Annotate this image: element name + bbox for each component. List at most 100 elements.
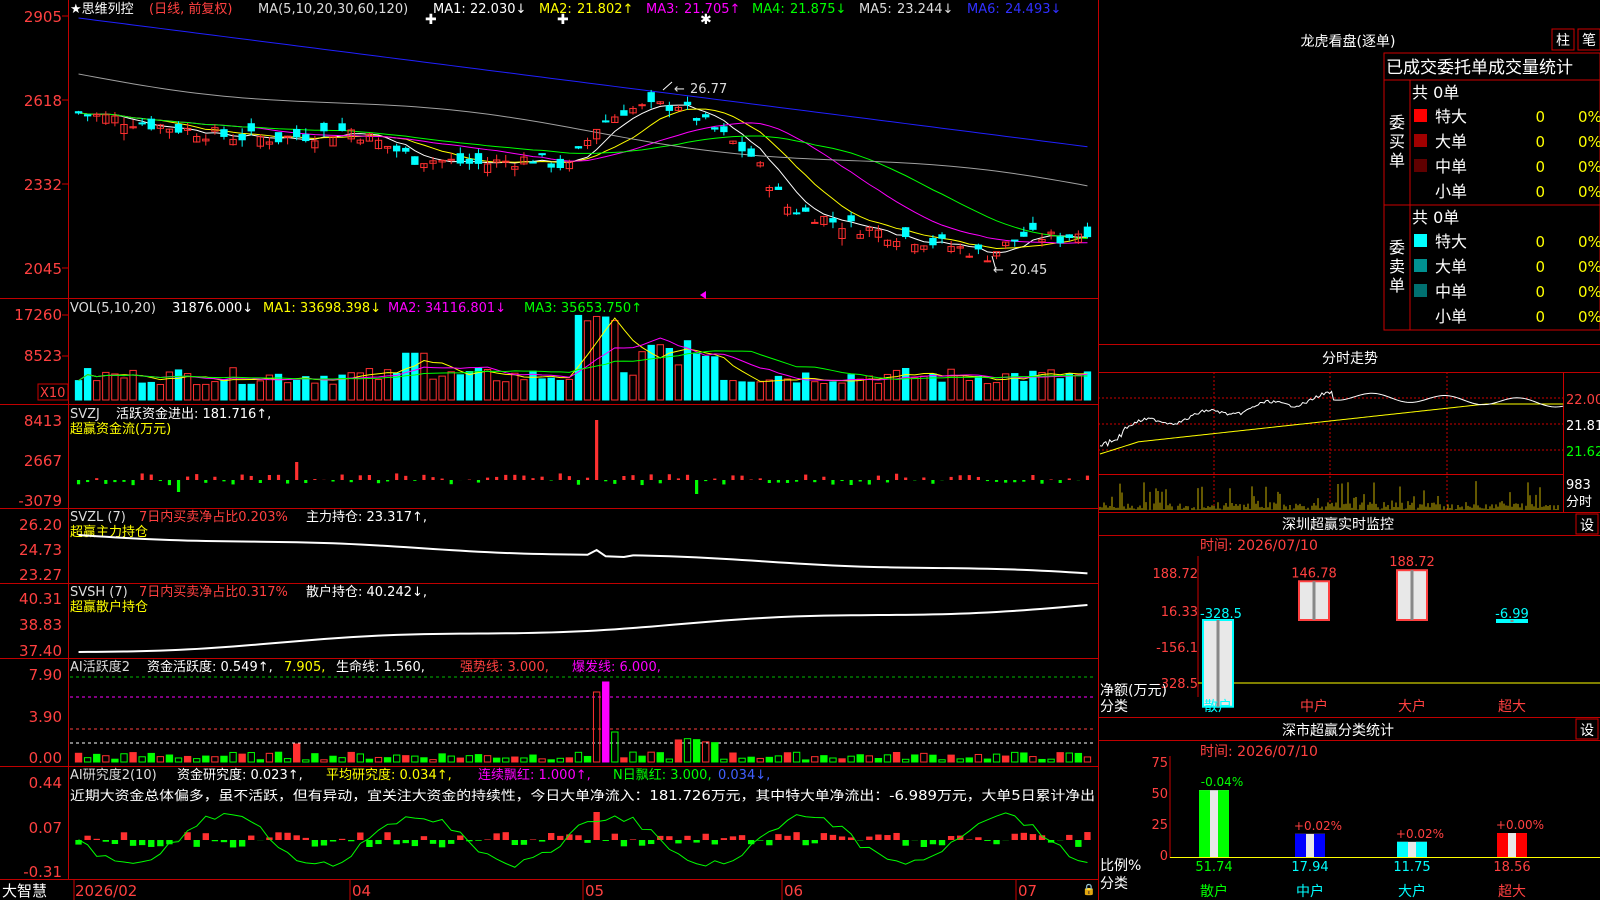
volume-bar xyxy=(656,344,664,401)
dragon-tiger-panel[interactable]: 龙虎看盘(逐单) 柱 笔 已成交委托单成交量统计 委 买 单 委 卖 单 共 0… xyxy=(1301,28,1600,331)
ai1-bar xyxy=(74,752,83,763)
order-name: 大单 xyxy=(1435,257,1467,276)
order-pct: 0% xyxy=(1578,158,1600,176)
ai1-legend: AI活跃度2 资金活跃度: 0.549↑, 7.905, 生命线: 1.560,… xyxy=(70,659,661,675)
ai2-bar xyxy=(357,832,364,840)
cls-y-tick: 50 xyxy=(1151,787,1168,802)
ai2-bar xyxy=(738,835,746,840)
y-tick: 2618 xyxy=(24,92,62,110)
ai1-bars xyxy=(74,681,1092,763)
candle-body xyxy=(238,133,246,141)
cls-bar-change: +0.02% xyxy=(1396,827,1444,841)
ai2-bar xyxy=(875,834,882,840)
ai2-bar xyxy=(638,840,646,846)
ma-lines xyxy=(78,17,1088,254)
cls-settings-button[interactable]: 设 xyxy=(1575,718,1599,740)
ai2-bar xyxy=(975,837,982,840)
volume-bar xyxy=(1020,380,1028,401)
sz-settings-button[interactable]: 设 xyxy=(1575,513,1599,535)
candle-body xyxy=(411,156,419,165)
cls-bar-accent xyxy=(1497,833,1508,857)
volume-bar xyxy=(992,382,1001,401)
sz-class-panel[interactable]: 深市超赢分类统计 设 时间: 2026/07/10 75 50 25 0 比例%… xyxy=(1100,718,1600,900)
y-tick: 7.90 xyxy=(29,666,62,684)
ma1-label: MA1: xyxy=(433,2,466,17)
ai2-bar xyxy=(548,833,555,840)
vol-legend: VOL(5,10,20) 31876.000↓ MA1: 33698.398↓ … xyxy=(70,301,642,316)
volume-bar xyxy=(702,355,710,401)
ai2-bar xyxy=(502,832,509,840)
ai1-bar xyxy=(1038,758,1046,763)
kline-panel[interactable]: 2905 2618 2332 2045 ★思维列控 (日线, 前复权) MA(5… xyxy=(24,1,1092,299)
ai1-bar xyxy=(302,759,310,763)
ai2-bars xyxy=(75,812,1091,848)
ai2-bar xyxy=(511,840,519,846)
intraday-panel[interactable]: 分时走势 22.00 21.81 21.62 983 分时 xyxy=(1098,351,1600,512)
order-name: 特大 xyxy=(1435,232,1467,251)
candle-body xyxy=(811,221,819,224)
ai2-bar xyxy=(766,840,773,846)
sz-bar-value: 188.72 xyxy=(1389,555,1435,570)
ai1-t4: 强势线: 3.000, xyxy=(460,659,549,675)
ma-params: MA(5,10,20,30,60,120) xyxy=(258,2,408,17)
volume-bar xyxy=(747,381,755,401)
candle-body xyxy=(274,132,283,143)
ai1-bar xyxy=(592,691,601,763)
volume-bar xyxy=(238,383,246,401)
ai2-bar xyxy=(311,840,319,847)
candle-body xyxy=(1029,222,1037,230)
ai2-bar xyxy=(448,840,455,844)
tick-view-button[interactable]: 笔 xyxy=(1577,28,1600,51)
ai-activity-panel[interactable]: 7.90 3.90 0.00 AI活跃度2 资金活跃度: 0.549↑, 7.9… xyxy=(29,659,1095,767)
volume-panel[interactable]: 17260 8523 X10 VOL(5,10,20) 31876.000↓ M… xyxy=(14,301,1092,401)
y-tick: 3.90 xyxy=(29,708,62,726)
fs-y-tick: 21.62 xyxy=(1566,445,1600,460)
y-tick: 2905 xyxy=(24,8,62,26)
cls-bar-category: 超大 xyxy=(1498,884,1526,900)
sz-monitor-panel[interactable]: 深圳超赢实时监控 设 时间: 2026/07/10 188.72 16.33 -… xyxy=(1100,513,1600,715)
ai2-bar xyxy=(593,812,600,840)
candle-body xyxy=(74,111,83,114)
period-label: (日线, 前复权) xyxy=(149,1,232,17)
svzj-panel[interactable]: 8413 2667 -3079 SVZJ 活跃资金进出: 181.716↑, 超… xyxy=(18,406,1090,510)
svsh-y-axis: 40.31 38.83 37.40 xyxy=(19,590,62,660)
volume-bar xyxy=(638,351,646,401)
svzl-panel[interactable]: 26.20 24.73 23.27 SVZL (7) 7日内买卖净占比0.203… xyxy=(19,509,1088,584)
ai2-bar xyxy=(420,836,428,840)
ai1-bar xyxy=(229,751,237,763)
ai1-bar xyxy=(429,759,437,763)
svsh-panel[interactable]: 40.31 38.83 37.40 SVSH (7) 7日内买卖净占比0.317… xyxy=(19,584,1088,660)
candle-body xyxy=(1011,239,1019,242)
volume-bar xyxy=(193,384,201,401)
ai1-y-axis: 7.90 3.90 0.00 xyxy=(29,666,62,767)
volume-bar xyxy=(429,378,437,401)
bar-view-button[interactable]: 柱 xyxy=(1551,28,1575,51)
vol-ma3: MA3: 35653.750↑ xyxy=(524,301,642,316)
ai2-bar xyxy=(293,835,300,840)
cls-y-tick: 75 xyxy=(1151,756,1168,771)
ai-research-panel[interactable]: 0.44 0.07 -0.31 AI研究度2(10) 资金研究度: 0.023↑… xyxy=(23,767,1095,881)
ai2-bar xyxy=(802,840,809,846)
ai1-bar xyxy=(611,731,619,763)
svzj-sub: 超赢资金流(万元) xyxy=(70,421,171,437)
volume-bar xyxy=(374,379,383,401)
ai2-bar xyxy=(711,840,718,845)
ai2-label: AI研究度2(10) xyxy=(70,767,157,783)
ma4-value: 21.875↓ xyxy=(790,2,846,17)
ai1-bar xyxy=(211,756,219,763)
candle-body xyxy=(1065,234,1073,238)
order-name: 大单 xyxy=(1435,132,1467,151)
order-swatch xyxy=(1414,159,1427,172)
svzj-y-axis: 8413 2667 -3079 xyxy=(18,412,62,510)
candle-body xyxy=(974,244,983,250)
ai1-bar xyxy=(911,754,919,763)
y-tick: 24.73 xyxy=(19,541,62,559)
ai1-bar xyxy=(383,757,392,763)
ma4-label: MA4: xyxy=(752,2,785,17)
y-tick: 8413 xyxy=(24,412,62,430)
ai1-bar xyxy=(265,752,274,763)
order-count: 0 xyxy=(1535,283,1545,301)
order-swatch xyxy=(1414,109,1427,122)
ai1-bar xyxy=(847,755,855,763)
ai2-bar xyxy=(820,833,828,840)
